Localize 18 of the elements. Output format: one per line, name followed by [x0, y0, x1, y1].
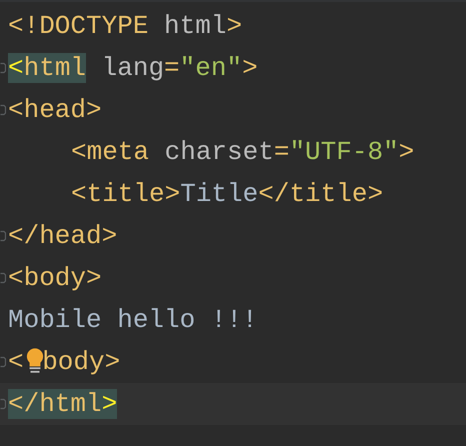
code-text: body>	[42, 347, 120, 377]
code-line: </html>	[8, 388, 118, 421]
fold-icon[interactable]	[0, 356, 6, 368]
code-line: <title>Title</title>	[71, 178, 384, 211]
code-line: <body>	[8, 262, 102, 295]
lightbulb-icon[interactable]	[26, 348, 44, 374]
fold-icon[interactable]	[0, 104, 6, 116]
code-line: </head>	[8, 220, 118, 253]
fold-icon[interactable]	[0, 230, 6, 242]
fold-icon[interactable]	[0, 398, 6, 410]
code-text: <	[8, 347, 24, 377]
code-line: <html lang="en">	[8, 52, 258, 85]
fold-icon[interactable]	[0, 62, 6, 74]
code-line: <meta charset="UTF-8">	[71, 136, 414, 169]
fold-icon[interactable]	[0, 272, 6, 284]
code-line: <!DOCTYPE html>	[8, 10, 242, 43]
code-line: Mobile hello !!!	[8, 304, 258, 337]
code-line: <head>	[8, 94, 102, 127]
